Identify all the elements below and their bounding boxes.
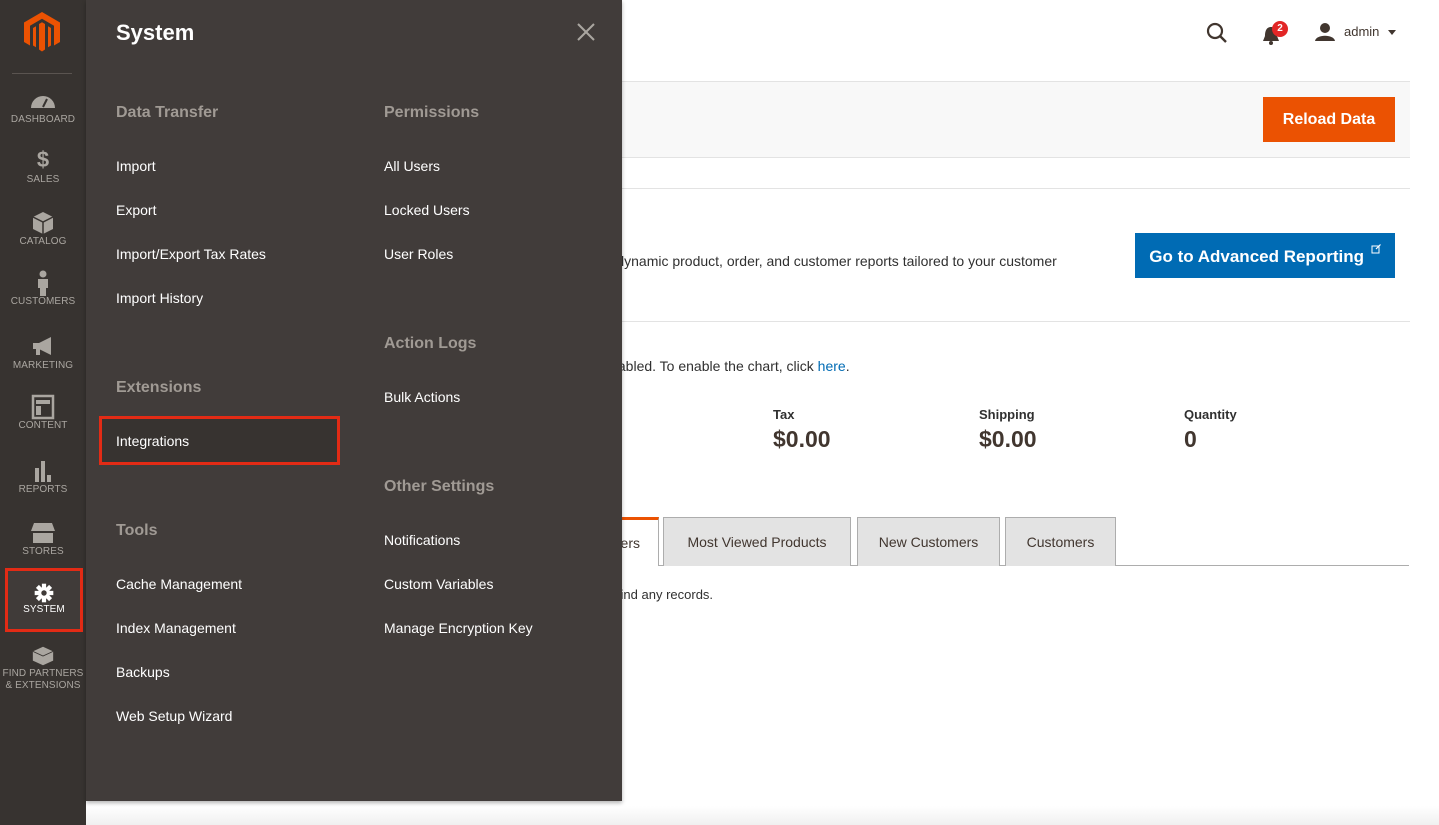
gear-icon bbox=[34, 583, 54, 603]
stat-label: Tax bbox=[773, 407, 795, 422]
sidebar-item-label: DASHBOARD bbox=[10, 114, 76, 125]
storefront-icon bbox=[31, 523, 55, 543]
chevron-down-icon bbox=[1388, 30, 1396, 35]
user-account-menu[interactable]: admin bbox=[1314, 22, 1404, 42]
sidebar-item-reports[interactable]: REPORTS bbox=[0, 458, 86, 520]
menu-item-user-roles[interactable]: User Roles bbox=[384, 246, 453, 262]
stat-tax: Tax $0.00 bbox=[773, 407, 831, 453]
tab-customers[interactable]: Customers bbox=[1005, 517, 1116, 566]
group-title-permissions: Permissions bbox=[384, 104, 480, 121]
advanced-reporting-label: Go to Advanced Reporting bbox=[1149, 247, 1364, 266]
group-title-extensions: Extensions bbox=[116, 379, 202, 396]
layout-icon bbox=[31, 394, 55, 420]
sidebar-item-label: FIND PARTNERS & EXTENSIONS bbox=[2, 668, 84, 691]
advanced-reporting-button[interactable]: Go to Advanced Reporting bbox=[1135, 233, 1395, 278]
group-title-data-transfer: Data Transfer bbox=[116, 104, 219, 121]
menu-item-backups[interactable]: Backups bbox=[116, 664, 170, 680]
footer-area bbox=[86, 806, 1439, 825]
box-icon bbox=[32, 212, 54, 234]
sidebar-item-label: CONTENT bbox=[18, 420, 68, 431]
sidebar-item-sales[interactable]: $ SALES bbox=[0, 148, 86, 210]
reload-data-button[interactable]: Reload Data bbox=[1263, 97, 1395, 142]
menu-item-web-setup-wizard[interactable]: Web Setup Wizard bbox=[116, 708, 232, 724]
dashboard-icon bbox=[31, 96, 55, 108]
search-icon[interactable] bbox=[1205, 21, 1229, 45]
dollar-icon: $ bbox=[36, 147, 50, 172]
logo-divider bbox=[12, 73, 72, 74]
chart-disabled-notice: disabled. To enable the chart, click her… bbox=[600, 358, 850, 374]
bar-chart-icon bbox=[35, 461, 51, 482]
advanced-reporting-description: ur dynamic product, order, and customer … bbox=[600, 253, 1057, 269]
external-link-icon bbox=[1371, 244, 1381, 254]
sidebar-item-marketing[interactable]: MARKETING bbox=[0, 334, 86, 396]
person-icon bbox=[38, 270, 48, 296]
sidebar-item-system[interactable]: SYSTEM bbox=[5, 568, 83, 632]
sidebar-item-label: STORES bbox=[22, 546, 64, 557]
tab-new-customers[interactable]: New Customers bbox=[857, 517, 1000, 566]
username: admin bbox=[1344, 24, 1380, 39]
blocks-icon bbox=[32, 646, 54, 666]
menu-item-custom-variables[interactable]: Custom Variables bbox=[384, 576, 493, 592]
flyout-title: System bbox=[116, 20, 195, 45]
chart-notice-text: disabled. To enable the chart, click bbox=[600, 358, 818, 374]
menu-item-notifications[interactable]: Notifications bbox=[384, 532, 460, 548]
stat-label: Quantity bbox=[1184, 407, 1237, 422]
menu-item-locked-users[interactable]: Locked Users bbox=[384, 202, 470, 218]
menu-item-cache-management[interactable]: Cache Management bbox=[116, 576, 242, 592]
magento-logo-icon[interactable] bbox=[23, 12, 61, 52]
sidebar-item-customers[interactable]: CUSTOMERS bbox=[0, 270, 86, 332]
sidebar-item-label: SYSTEM bbox=[23, 604, 65, 615]
tab-most-viewed-products[interactable]: Most Viewed Products bbox=[663, 517, 851, 566]
sidebar-item-label: MARKETING bbox=[12, 360, 74, 371]
menu-item-bulk-actions[interactable]: Bulk Actions bbox=[384, 389, 460, 405]
admin-sidebar: DASHBOARD $ SALES CATALOG CUSTOMERS MARK… bbox=[0, 0, 86, 825]
sidebar-item-label: CUSTOMERS bbox=[10, 296, 76, 307]
menu-item-all-users[interactable]: All Users bbox=[384, 158, 440, 174]
menu-item-integrations[interactable]: Integrations bbox=[99, 416, 340, 465]
close-icon[interactable] bbox=[574, 20, 598, 44]
sidebar-item-label: CATALOG bbox=[19, 236, 67, 247]
menu-item-import[interactable]: Import bbox=[116, 158, 156, 174]
chart-notice-tail: . bbox=[845, 358, 850, 374]
group-title-action-logs: Action Logs bbox=[384, 335, 477, 352]
menu-item-manage-encryption-key[interactable]: Manage Encryption Key bbox=[384, 620, 533, 636]
menu-item-export[interactable]: Export bbox=[116, 202, 156, 218]
system-flyout-menu: System Data Transfer Import Export Impor… bbox=[86, 0, 622, 801]
stat-value: $0.00 bbox=[773, 426, 831, 452]
user-icon bbox=[1315, 23, 1335, 41]
sidebar-item-find-partners[interactable]: FIND PARTNERS & EXTENSIONS bbox=[0, 644, 86, 700]
sidebar-item-label: SALES bbox=[26, 174, 60, 185]
menu-item-import-history[interactable]: Import History bbox=[116, 290, 203, 306]
stat-value: 0 bbox=[1184, 426, 1197, 452]
stat-quantity: Quantity 0 bbox=[1184, 407, 1237, 453]
enable-chart-link[interactable]: here bbox=[818, 358, 846, 374]
menu-item-index-management[interactable]: Index Management bbox=[116, 620, 236, 636]
sidebar-item-catalog[interactable]: CATALOG bbox=[0, 210, 86, 272]
stat-value: $0.00 bbox=[979, 426, 1037, 452]
stat-shipping: Shipping $0.00 bbox=[979, 407, 1037, 453]
group-title-tools: Tools bbox=[116, 522, 158, 539]
sidebar-item-dashboard[interactable]: DASHBOARD bbox=[0, 88, 86, 150]
menu-item-import-export-tax-rates[interactable]: Import/Export Tax Rates bbox=[116, 246, 266, 262]
sidebar-item-label: REPORTS bbox=[18, 484, 68, 495]
stat-label: Shipping bbox=[979, 407, 1035, 422]
group-title-other-settings: Other Settings bbox=[384, 478, 495, 495]
notification-count-badge: 2 bbox=[1272, 21, 1288, 37]
megaphone-icon bbox=[33, 337, 51, 355]
sidebar-item-content[interactable]: CONTENT bbox=[0, 394, 86, 456]
notifications-button[interactable]: 2 bbox=[1261, 21, 1291, 46]
